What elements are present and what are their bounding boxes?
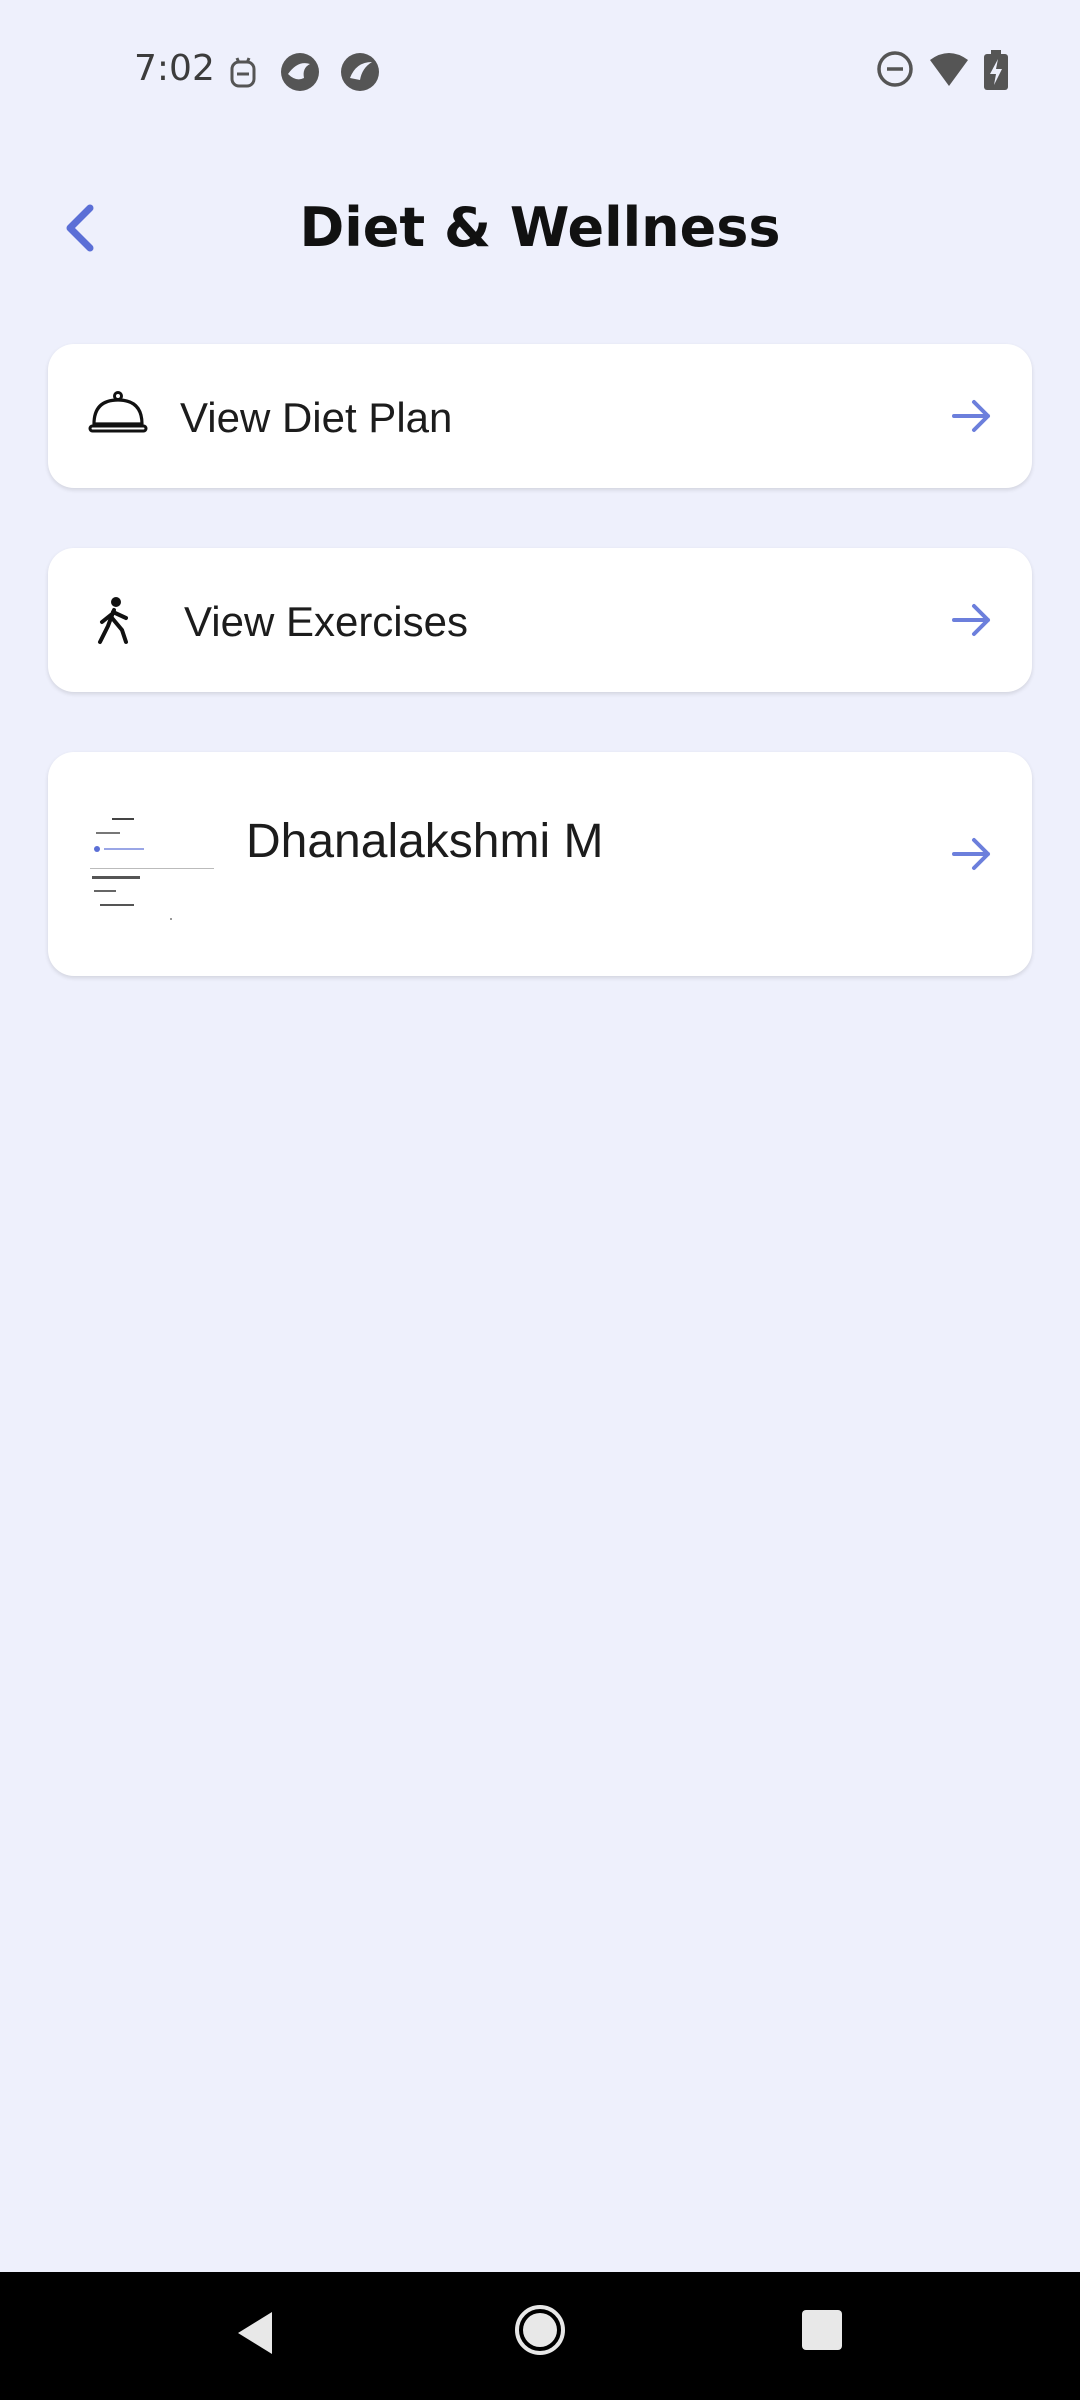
robot-icon	[230, 57, 256, 88]
app-icon-1	[281, 53, 319, 91]
status-bar: 7:02	[0, 0, 1080, 140]
profile-name-label: Dhanalakshmi M	[246, 815, 604, 868]
profile-thumbnail	[90, 806, 214, 930]
status-time: 7:02	[134, 48, 215, 89]
back-triangle-icon[interactable]	[232, 2306, 278, 2360]
cloche-icon	[88, 391, 148, 433]
arrow-right-icon	[952, 838, 990, 870]
page-title: Diet & Wellness	[299, 196, 781, 259]
view-exercises-card[interactable]: View Exercises	[48, 548, 1032, 692]
walking-icon	[98, 597, 128, 644]
app-icon-2	[341, 53, 379, 91]
app-bar: Diet & Wellness	[0, 170, 1080, 290]
wifi-icon	[930, 53, 968, 86]
arrow-right-icon	[952, 604, 990, 636]
system-nav-bar	[0, 2272, 1080, 2400]
profile-card[interactable]: Dhanalakshmi M	[48, 752, 1032, 976]
view-diet-plan-card[interactable]: View Diet Plan	[48, 344, 1032, 488]
arrow-right-icon	[952, 400, 990, 432]
battery-charging-icon	[984, 50, 1008, 90]
dnd-icon	[877, 51, 913, 87]
view-diet-plan-label: View Diet Plan	[180, 394, 453, 441]
view-exercises-label: View Exercises	[184, 598, 468, 645]
recents-square-icon[interactable]	[800, 2308, 844, 2352]
home-circle-icon[interactable]	[514, 2302, 566, 2358]
